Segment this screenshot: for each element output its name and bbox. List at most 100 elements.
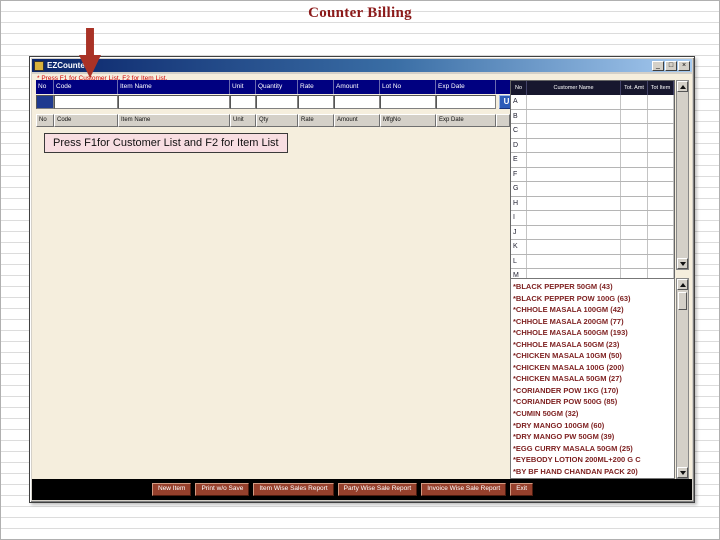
customer-row[interactable]: H [511,196,674,211]
item-list-entry[interactable]: *CHICKEN MASALA 50GM (27) [513,373,674,385]
item-list-entry[interactable]: *CHICKEN MASALA 100G (200) [513,362,674,374]
help-tooltip: Press F1for Customer List and F2 for Ite… [44,133,288,153]
item-list-entry[interactable]: *DRY MANGO PW 50GM (39) [513,431,674,443]
close-icon[interactable]: × [678,60,690,71]
customer-amt-cell [621,109,648,123]
customer-item-cell [648,138,674,152]
customer-col-tot-item: Tot Item [648,81,674,95]
customer-amt-cell [621,167,648,181]
customer-row[interactable]: G [511,182,674,197]
customer-row[interactable]: D [511,138,674,153]
entry-no-input[interactable] [36,95,54,109]
scroll-up-icon [679,282,686,287]
customer-row[interactable]: K [511,240,674,255]
entry-col-item-name: Item Name [118,80,230,94]
footer-button[interactable]: Item Wise Sales Report [253,482,334,497]
customer-item-cell [648,124,674,138]
entry-amount-input[interactable] [334,95,380,109]
customer-row[interactable]: C [511,124,674,139]
entry-col-expdate: Exp Date [436,80,496,94]
customer-col-name: Customer Name [527,81,621,95]
grid-col-unit: Unit [230,114,256,127]
footer-button[interactable]: New Item [152,482,192,497]
minimize-icon[interactable]: _ [652,60,664,71]
scroll-down-icon [679,470,686,475]
item-scroll-up-button[interactable] [677,279,688,290]
customer-code-cell: A [511,95,527,109]
item-list-entry[interactable]: *CORIANDER POW 500G (85) [513,396,674,408]
customer-item-cell [648,95,674,109]
footer-button[interactable]: Exit [510,482,534,497]
customer-row[interactable]: A [511,95,674,110]
item-list-entry[interactable]: *DRY MANGO 100GM (60) [513,420,674,432]
item-list-entry[interactable]: *CHHOLE MASALA 500GM (193) [513,327,674,339]
entry-unit-input[interactable] [230,95,256,109]
entry-rate-input[interactable] [298,95,334,109]
customer-amt-cell [621,254,648,268]
customer-scrollbar[interactable] [676,80,689,270]
item-list-entry[interactable]: *CORIANDER POW 1KG (170) [513,385,674,397]
footer-button[interactable]: Party Wise Sale Report [337,482,418,497]
entry-expdate-input[interactable] [436,95,496,109]
customer-item-cell [648,153,674,167]
customer-item-cell [648,211,674,225]
customer-row[interactable]: I [511,211,674,226]
footer-button[interactable]: Print w/o Save [195,482,250,497]
grid-col-amount: Amount [334,114,380,127]
window-titlebar[interactable]: EZCounter _ □ × [32,59,692,72]
footer-toolbar: New Item Print w/o Save Item Wise Sales … [32,479,692,500]
customer-scroll-down-button[interactable] [677,258,688,269]
customer-scroll-up-button[interactable] [677,81,688,92]
customer-name-cell [527,153,621,167]
item-list-entry[interactable]: *BLACK PEPPER POW 100G (63) [513,293,674,305]
entry-lotno-input[interactable] [380,95,436,109]
customer-name-cell [527,211,621,225]
scrollbar-thumb[interactable] [678,292,687,310]
scroll-up-icon [679,84,686,89]
item-scroll-down-button[interactable] [677,467,688,478]
customer-row[interactable]: L [511,254,674,269]
entry-input-row: U [36,95,514,110]
customer-item-cell [648,182,674,196]
item-list-entry[interactable]: *CHHOLE MASALA 200GM (77) [513,316,674,328]
item-list-entry[interactable]: *EYEBODY LOTION 200ML+200 G C [513,454,674,466]
customer-code-cell: H [511,196,527,210]
entry-item-name-input[interactable] [118,95,230,109]
entry-code-input[interactable] [54,95,118,109]
entry-col-code: Code [54,80,118,94]
entry-quantity-input[interactable] [256,95,298,109]
customer-code-cell: C [511,124,527,138]
customer-item-cell [648,225,674,239]
customer-name-cell [527,225,621,239]
customer-row[interactable]: B [511,109,674,124]
customer-item-cell [648,254,674,268]
customer-code-cell: F [511,167,527,181]
customer-row[interactable]: F [511,167,674,182]
item-list-entry[interactable]: *CHICKEN MASALA 10GM (50) [513,350,674,362]
item-list-entry[interactable]: *CHHOLE MASALA 100GM (42) [513,304,674,316]
grid-col-expdate: Exp Date [436,114,496,127]
customer-code-cell: I [511,211,527,225]
customer-row[interactable]: E [511,153,674,168]
item-list-entry[interactable]: *BLACK PEPPER 50GM (43) [513,281,674,293]
customer-row[interactable]: J [511,225,674,240]
customer-header-row: No Customer Name Tot. Amt Tot Item [511,81,674,95]
item-list-scrollbar[interactable] [676,278,689,479]
item-list-entry[interactable]: *EGG CURRY MASALA 50GM (25) [513,443,674,455]
footer-button[interactable]: Invoice Wise Sale Report [421,482,507,497]
item-list-entry[interactable]: *BY BF HAND CHANDAN PACK 20) [513,466,674,478]
item-list-entry[interactable]: *CUMIN 50GM (32) [513,408,674,420]
entry-col-rate: Rate [298,80,334,94]
maximize-icon[interactable]: □ [665,60,677,71]
entry-col-amount: Amount [334,80,380,94]
item-list-entry[interactable]: *CHHOLE MASALA 50GM (23) [513,339,674,351]
customer-amt-cell [621,138,648,152]
grid-col-filler [496,114,510,127]
window-client-area: * Press F1 for Customer List, F2 for Ite… [32,74,692,500]
entry-col-no: No [36,80,54,94]
customer-item-cell [648,167,674,181]
customer-code-cell: B [511,109,527,123]
customer-name-cell [527,138,621,152]
customer-name-cell [527,240,621,254]
customer-item-cell [648,240,674,254]
